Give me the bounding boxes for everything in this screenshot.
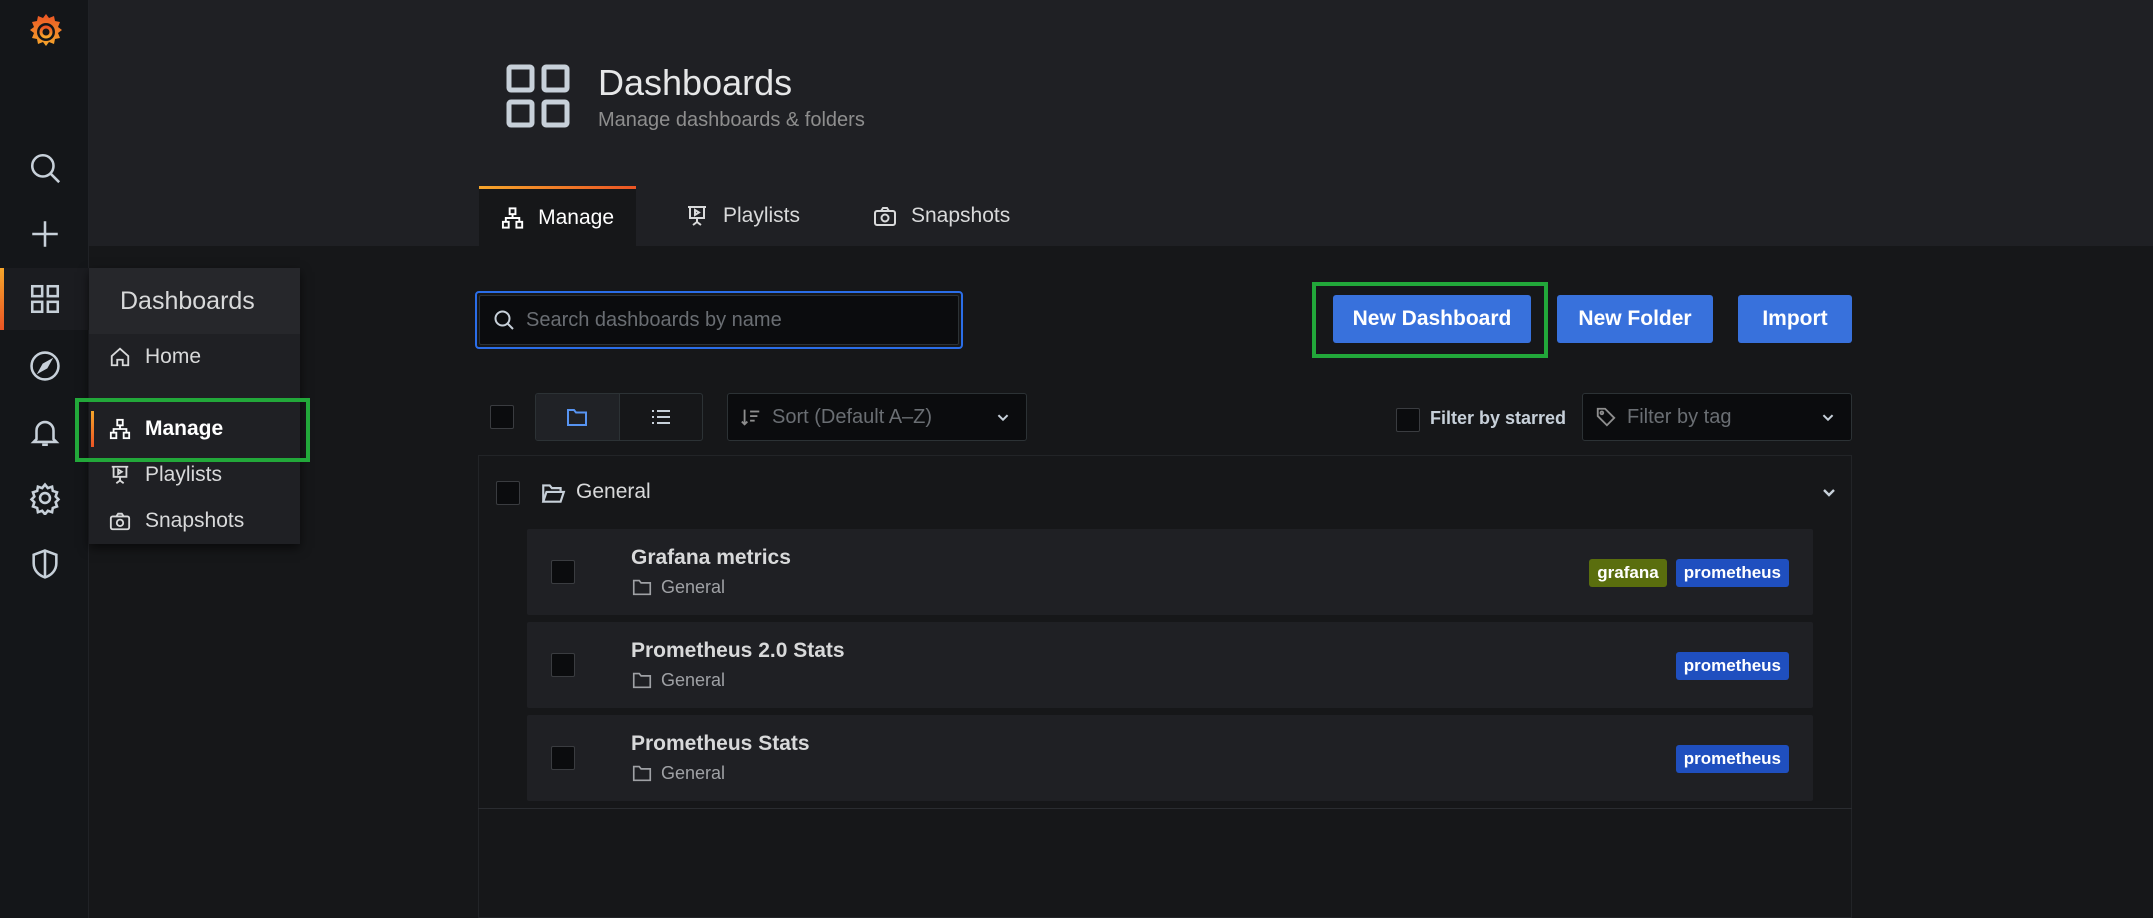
- tab-label: Snapshots: [911, 204, 1011, 227]
- list-icon: [651, 410, 670, 424]
- tag-badge[interactable]: prometheus: [1675, 652, 1789, 680]
- tag-badge[interactable]: prometheus: [1675, 745, 1789, 773]
- folder-name: General: [576, 480, 651, 503]
- folder-icon: [567, 409, 588, 426]
- grafana-logo[interactable]: [24, 10, 68, 54]
- tab-label: Manage: [538, 205, 614, 229]
- tab-playlists[interactable]: Playlists: [663, 186, 822, 246]
- chevron-down-icon: [1822, 414, 1834, 422]
- tag-list: grafana prometheus: [1589, 559, 1789, 587]
- dashboard-row[interactable]: Prometheus Stats General prometheus: [527, 715, 1813, 801]
- plus-icon[interactable]: [0, 203, 89, 265]
- compass-icon[interactable]: [0, 335, 89, 397]
- shield-icon[interactable]: [0, 533, 89, 595]
- sort-icon: [741, 409, 760, 426]
- view-mode-toggle: [535, 393, 703, 441]
- tag-badge[interactable]: grafana: [1589, 559, 1667, 587]
- search-icon[interactable]: [0, 137, 89, 199]
- list-view-button[interactable]: [618, 394, 703, 440]
- dashboard-title[interactable]: Grafana metrics: [631, 546, 791, 570]
- tab-snapshots[interactable]: Snapshots: [851, 186, 1032, 246]
- dashboard-folder: General: [631, 669, 725, 691]
- presentation-icon: [111, 465, 129, 484]
- folder-open-icon: [541, 484, 566, 503]
- home-icon: [110, 347, 130, 367]
- flyout-item-label: Snapshots: [145, 509, 245, 532]
- sort-select-value: Sort (Default A–Z): [772, 405, 933, 428]
- dashboard-row[interactable]: Prometheus 2.0 Stats General prometheus: [527, 622, 1813, 708]
- folder-icon: [632, 765, 652, 782]
- select-all-checkbox[interactable]: [490, 405, 514, 429]
- flyout-title[interactable]: Dashboards: [89, 268, 300, 334]
- highlight-box-manage: [75, 398, 310, 462]
- tab-manage[interactable]: Manage: [479, 186, 636, 246]
- page-title: Dashboards: [598, 62, 793, 103]
- tag-filter-select[interactable]: Filter by tag: [1582, 393, 1852, 441]
- folder-checkbox[interactable]: [496, 481, 520, 505]
- dashboard-title[interactable]: Prometheus 2.0 Stats: [631, 639, 845, 663]
- folder-icon: [632, 579, 652, 596]
- flyout-item-label: Home: [145, 345, 202, 368]
- dashboard-folder-name: General: [661, 669, 726, 690]
- cog-icon[interactable]: [0, 467, 89, 529]
- flyout-item-label: Playlists: [145, 463, 223, 486]
- tag-badge[interactable]: prometheus: [1675, 559, 1789, 587]
- dashboard-folder-name: General: [661, 762, 726, 783]
- page-header: [89, 0, 2153, 246]
- dashboard-checkbox[interactable]: [551, 653, 575, 677]
- folder-row-general[interactable]: General: [496, 466, 1841, 520]
- tag-filter-placeholder: Filter by tag: [1627, 405, 1732, 428]
- filter-starred-label[interactable]: Filter by starred: [1430, 408, 1566, 429]
- tab-label: Playlists: [723, 204, 801, 227]
- folder-view-button[interactable]: [536, 394, 619, 440]
- dashboard-folder-name: General: [661, 576, 726, 597]
- folder-icon: [632, 672, 652, 689]
- dashboard-checkbox[interactable]: [551, 560, 575, 584]
- search-input[interactable]: [526, 308, 958, 332]
- search-box: [475, 291, 963, 349]
- presentation-icon: [688, 206, 706, 226]
- import-button[interactable]: Import: [1738, 295, 1852, 343]
- new-dashboard-button[interactable]: New Dashboard: [1333, 295, 1531, 343]
- flyout-item-snapshots[interactable]: Snapshots: [89, 499, 300, 543]
- apps-icon: [506, 64, 570, 128]
- apps-icon[interactable]: [0, 268, 89, 330]
- flyout-item-home[interactable]: Home: [89, 335, 300, 379]
- dashboard-checkbox[interactable]: [551, 746, 575, 770]
- dashboard-folder: General: [631, 576, 725, 598]
- page-subtitle: Manage dashboards & folders: [598, 109, 865, 131]
- tag-list: prometheus: [1675, 745, 1789, 773]
- chevron-down-icon[interactable]: [1817, 480, 1841, 504]
- tag-list: prometheus: [1675, 652, 1789, 680]
- list-divider: [478, 808, 1852, 809]
- sort-select[interactable]: Sort (Default A–Z): [727, 393, 1027, 441]
- dashboard-row[interactable]: Grafana metrics General grafana promethe…: [527, 529, 1813, 615]
- camera-icon: [874, 207, 896, 226]
- filter-starred-checkbox[interactable]: [1396, 408, 1420, 432]
- app-root: Dashboards Home Manage Playlists Snapsho…: [0, 0, 2153, 918]
- sitemap-icon: [501, 206, 524, 229]
- camera-icon: [109, 512, 131, 531]
- dashboard-folder: General: [631, 762, 725, 784]
- dashboard-title[interactable]: Prometheus Stats: [631, 732, 810, 756]
- search-icon: [494, 310, 514, 330]
- search-field: [479, 295, 959, 345]
- tag-icon: [1596, 407, 1616, 427]
- new-folder-button[interactable]: New Folder: [1557, 295, 1713, 343]
- chevron-down-icon: [997, 414, 1009, 422]
